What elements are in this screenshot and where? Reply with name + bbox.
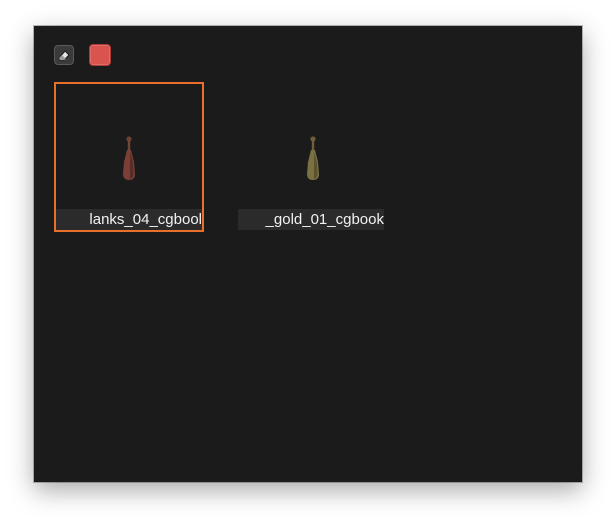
asset-label-wrapper: _gold_01_cgbook [238, 209, 384, 230]
asset-label: lanks_04_cgbool [56, 209, 202, 230]
color-swatch-button[interactable] [89, 44, 111, 66]
asset-label: _gold_01_cgbook [238, 209, 384, 230]
asset-thumbnail [307, 136, 319, 180]
asset-tile[interactable]: lanks_04_cgbool [54, 82, 204, 232]
asset-tile[interactable]: _gold_01_cgbook [238, 82, 388, 232]
asset-browser-window: lanks_04_cgbool _gold_01_cgbook [34, 26, 582, 482]
eraser-button[interactable] [54, 45, 74, 65]
eraser-icon [58, 50, 70, 61]
asset-thumbnail [123, 136, 135, 180]
